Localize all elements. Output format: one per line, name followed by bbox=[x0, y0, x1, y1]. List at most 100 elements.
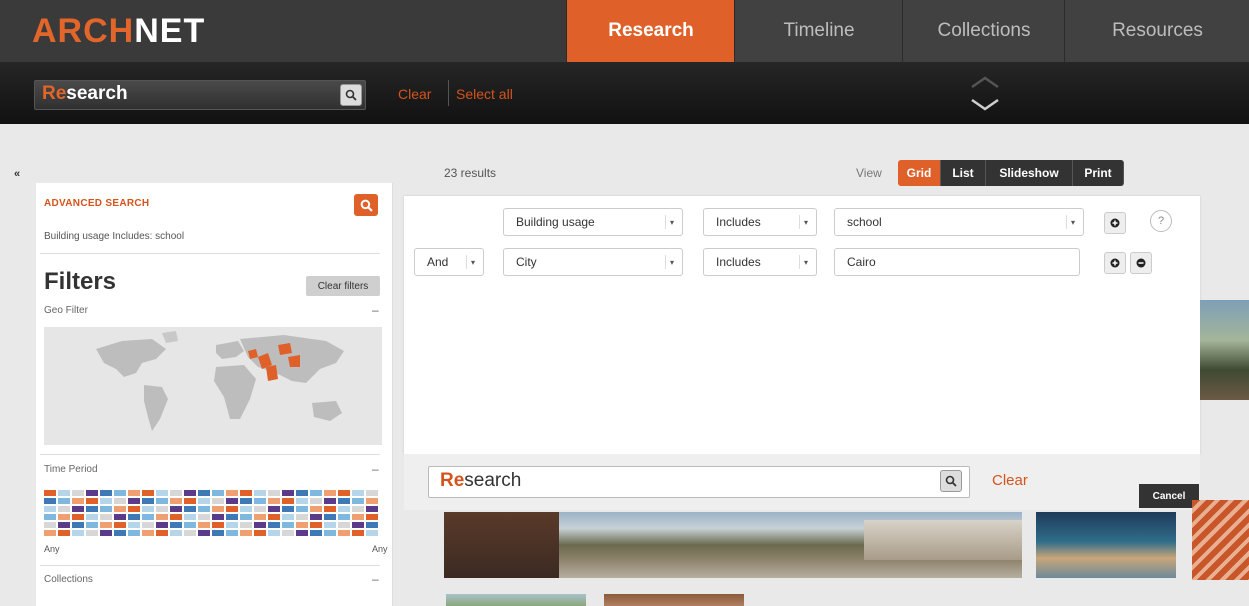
time-period-cell bbox=[114, 530, 126, 536]
time-period-cell bbox=[184, 522, 196, 528]
time-period-column[interactable] bbox=[86, 490, 98, 540]
time-period-column[interactable] bbox=[184, 490, 196, 540]
time-period-column[interactable] bbox=[366, 490, 378, 540]
time-period-column[interactable] bbox=[156, 490, 168, 540]
time-period-cell bbox=[114, 498, 126, 504]
time-period-column[interactable] bbox=[296, 490, 308, 540]
time-period-cell bbox=[100, 506, 112, 512]
time-period-cell bbox=[212, 506, 224, 512]
time-period-cell bbox=[268, 506, 280, 512]
time-period-column[interactable] bbox=[268, 490, 280, 540]
value-input[interactable]: Cairo bbox=[834, 248, 1080, 276]
field-select[interactable]: City ▾ bbox=[503, 248, 683, 276]
collections-collapse-toggle[interactable]: – bbox=[372, 572, 379, 586]
bottom-clear-link[interactable]: Clear bbox=[992, 472, 1028, 489]
result-thumbnail[interactable] bbox=[1192, 500, 1249, 580]
time-period-column[interactable] bbox=[240, 490, 252, 540]
time-period-cell bbox=[324, 498, 336, 504]
time-period-column[interactable] bbox=[338, 490, 350, 540]
operator-select[interactable]: Includes ▾ bbox=[703, 248, 817, 276]
time-period-cell bbox=[170, 522, 182, 528]
tab-timeline[interactable]: Timeline bbox=[734, 0, 903, 62]
value-select[interactable]: school ▾ bbox=[834, 208, 1084, 236]
time-period-cell bbox=[226, 506, 238, 512]
map-highlight[interactable] bbox=[266, 365, 278, 381]
clear-filters-button[interactable]: Clear filters bbox=[306, 276, 380, 296]
view-list-button[interactable]: List bbox=[941, 160, 986, 186]
geo-filter-collapse-toggle[interactable]: – bbox=[372, 303, 379, 317]
world-map[interactable] bbox=[44, 327, 382, 445]
time-period-column[interactable] bbox=[58, 490, 70, 540]
result-thumbnail[interactable] bbox=[446, 594, 586, 606]
time-period-column[interactable] bbox=[324, 490, 336, 540]
advanced-search-button[interactable] bbox=[354, 194, 378, 216]
result-thumbnail[interactable] bbox=[1036, 512, 1176, 578]
time-period-column[interactable] bbox=[44, 490, 56, 540]
time-period-cell bbox=[72, 490, 84, 496]
time-period-column[interactable] bbox=[212, 490, 224, 540]
time-period-column[interactable] bbox=[198, 490, 210, 540]
tab-research[interactable]: Research bbox=[566, 0, 735, 62]
time-period-cell bbox=[366, 522, 378, 528]
remove-row-button[interactable] bbox=[1130, 252, 1152, 274]
time-period-cell bbox=[296, 498, 308, 504]
map-highlight[interactable] bbox=[278, 343, 292, 355]
time-period-cell bbox=[296, 514, 308, 520]
collapse-sidebar-icon[interactable]: « bbox=[14, 168, 20, 180]
view-print-button[interactable]: Print bbox=[1073, 160, 1124, 186]
time-period-collapse-toggle[interactable]: – bbox=[372, 462, 379, 476]
time-period-column[interactable] bbox=[254, 490, 266, 540]
time-range-start-label: Any bbox=[44, 544, 60, 554]
time-period-cell bbox=[366, 498, 378, 504]
result-thumbnail[interactable] bbox=[444, 512, 1022, 578]
time-period-cell bbox=[310, 514, 322, 520]
operator-select[interactable]: Includes ▾ bbox=[703, 208, 817, 236]
thumbnail-building bbox=[864, 520, 1022, 560]
result-thumbnail[interactable] bbox=[1200, 300, 1249, 400]
time-period-column[interactable] bbox=[170, 490, 182, 540]
select-all-link[interactable]: Select all bbox=[456, 86, 513, 102]
time-period-cell bbox=[44, 514, 56, 520]
header-clear-link[interactable]: Clear bbox=[398, 86, 431, 102]
chevron-down-icon[interactable] bbox=[968, 93, 1002, 119]
time-period-cell bbox=[198, 490, 210, 496]
time-period-cell bbox=[352, 498, 364, 504]
time-period-cell bbox=[142, 490, 154, 496]
time-period-column[interactable] bbox=[310, 490, 322, 540]
time-period-cell bbox=[254, 490, 266, 496]
time-period-column[interactable] bbox=[142, 490, 154, 540]
time-period-cell bbox=[366, 490, 378, 496]
time-period-cell bbox=[352, 506, 364, 512]
time-period-slider[interactable] bbox=[44, 490, 379, 540]
map-highlight[interactable] bbox=[288, 355, 300, 367]
field-select[interactable]: Building usage ▾ bbox=[503, 208, 683, 236]
connector-select[interactable]: And ▾ bbox=[414, 248, 484, 276]
time-period-cell bbox=[282, 490, 294, 496]
time-period-cell bbox=[324, 506, 336, 512]
time-period-cell bbox=[198, 498, 210, 504]
add-row-button[interactable] bbox=[1104, 252, 1126, 274]
time-period-cell bbox=[114, 514, 126, 520]
tab-resources[interactable]: Resources bbox=[1064, 0, 1249, 62]
time-period-column[interactable] bbox=[352, 490, 364, 540]
help-icon[interactable]: ? bbox=[1150, 210, 1172, 232]
time-period-column[interactable] bbox=[100, 490, 112, 540]
time-period-cell bbox=[338, 530, 350, 536]
tab-collections[interactable]: Collections bbox=[902, 0, 1065, 62]
result-thumbnail[interactable] bbox=[604, 594, 744, 606]
time-period-cell bbox=[254, 522, 266, 528]
archnet-logo[interactable]: ARCHNET bbox=[32, 12, 205, 51]
view-grid-button[interactable]: Grid bbox=[898, 160, 941, 186]
time-period-column[interactable] bbox=[282, 490, 294, 540]
time-period-cell bbox=[254, 506, 266, 512]
view-slideshow-button[interactable]: Slideshow bbox=[986, 160, 1073, 186]
header-search-icon[interactable] bbox=[340, 84, 362, 106]
time-period-column[interactable] bbox=[72, 490, 84, 540]
cancel-button[interactable]: Cancel bbox=[1139, 484, 1199, 508]
time-period-cell bbox=[184, 514, 196, 520]
time-period-column[interactable] bbox=[226, 490, 238, 540]
add-row-button[interactable] bbox=[1104, 212, 1126, 234]
time-period-column[interactable] bbox=[114, 490, 126, 540]
time-period-column[interactable] bbox=[128, 490, 140, 540]
bottom-search-icon[interactable] bbox=[940, 470, 962, 492]
